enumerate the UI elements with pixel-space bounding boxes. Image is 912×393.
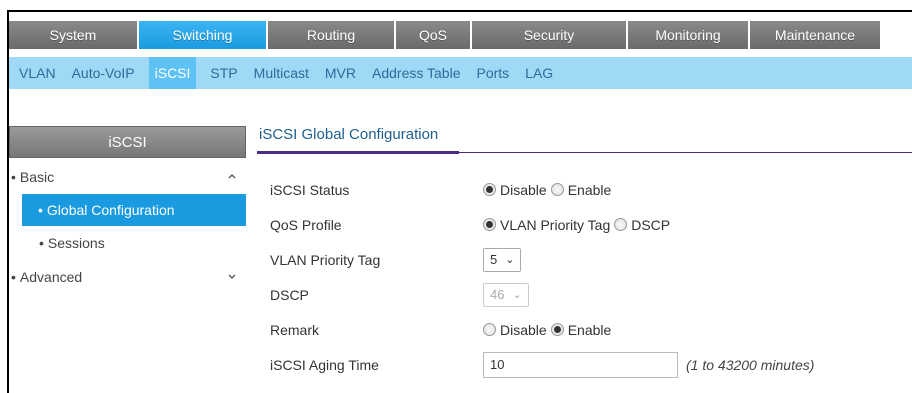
radio-label: Disable	[500, 181, 547, 198]
section-divider	[459, 152, 912, 153]
bullet-icon: •	[11, 269, 16, 285]
row-qos-profile: QoS Profile VLAN Priority Tag DSCP	[270, 207, 910, 242]
radio-label: DSCP	[631, 216, 671, 233]
bullet-icon: •	[38, 202, 43, 218]
config-form: iSCSI Status Disable Enable QoS Profile …	[270, 172, 910, 382]
row-iscsi-status: iSCSI Status Disable Enable	[270, 172, 910, 207]
subnav-lag[interactable]: LAG	[523, 57, 555, 89]
chevron-down-icon[interactable]	[226, 270, 238, 282]
tab-maintenance[interactable]: Maintenance	[750, 21, 880, 49]
iscsi-status-disable-radio[interactable]	[483, 183, 496, 196]
tab-routing[interactable]: Routing	[268, 21, 394, 49]
tab-label: Monitoring	[655, 27, 721, 43]
tab-security[interactable]: Security	[472, 21, 626, 49]
remark-disable-radio[interactable]	[483, 323, 496, 336]
vlan-priority-tag-select[interactable]: 5 ⌄	[483, 247, 522, 272]
row-vlan-priority-tag: VLAN Priority Tag 5 ⌄	[270, 242, 910, 277]
sidebar: iSCSI • Basic • Global Configuration • S…	[9, 126, 246, 294]
chevron-down-icon: ⌄	[505, 254, 515, 266]
field-label: iSCSI Aging Time	[270, 356, 379, 373]
qos-dscp-radio[interactable]	[614, 218, 628, 231]
tab-label: Routing	[306, 27, 356, 43]
remark-enable-radio[interactable]	[550, 323, 564, 336]
aging-time-hint: (1 to 43200 minutes)	[686, 356, 815, 373]
tab-label: QoS	[418, 27, 447, 43]
field-label: Remark	[270, 321, 320, 338]
field-label: VLAN Priority Tag	[270, 251, 381, 268]
sidebar-item-advanced[interactable]: • Advanced	[9, 260, 246, 294]
sidebar-item-label: Advanced	[19, 269, 83, 285]
iscsi-status-enable-radio[interactable]	[550, 183, 564, 196]
row-dscp: DSCP 46 ⌄	[270, 277, 910, 312]
main-content: iSCSI Global Configuration iSCSI Status …	[257, 126, 912, 378]
row-aging-time: iSCSI Aging Time (1 to 43200 minutes)	[270, 347, 910, 382]
row-remark: Remark Disable Enable	[270, 312, 910, 347]
section-title: iSCSI Global Configuration	[257, 126, 459, 154]
select-value: 46	[490, 287, 505, 302]
subnav-auto-voip[interactable]: Auto-VoIP	[70, 57, 137, 89]
subnav-vlan[interactable]: VLAN	[17, 57, 58, 89]
tab-system[interactable]: System	[9, 21, 137, 49]
sidebar-item-label: Sessions	[47, 235, 105, 251]
field-label: QoS Profile	[270, 216, 342, 233]
subnav-iscsi[interactable]: iSCSI	[148, 57, 197, 89]
field-label: DSCP	[270, 286, 309, 303]
tab-switching[interactable]: Switching	[139, 21, 266, 49]
tab-label: Security	[523, 27, 575, 43]
subnav-ports[interactable]: Ports	[474, 57, 511, 89]
sidebar-item-basic[interactable]: • Basic	[9, 160, 246, 194]
chevron-down-icon: ⌄	[512, 289, 522, 301]
sidebar-item-sessions[interactable]: • Sessions	[9, 226, 246, 260]
dscp-select: 46 ⌄	[483, 282, 529, 307]
radio-label: Enable	[567, 321, 612, 338]
bullet-icon: •	[39, 235, 44, 251]
subnav-multicast[interactable]: Multicast	[252, 57, 311, 89]
field-label: iSCSI Status	[270, 181, 350, 198]
qos-vlan-priority-radio[interactable]	[483, 218, 496, 231]
remark-radios: Disable Enable	[483, 322, 615, 338]
subnav-mvr[interactable]: MVR	[323, 57, 358, 89]
chevron-up-icon[interactable]	[226, 170, 238, 182]
window-frame-top	[7, 10, 912, 12]
tab-label: System	[49, 27, 97, 43]
subnav-address-table[interactable]: Address Table	[370, 57, 462, 89]
select-value: 5	[490, 252, 498, 267]
sidebar-item-global-configuration[interactable]: • Global Configuration	[22, 194, 246, 226]
radio-label: Disable	[500, 321, 547, 338]
tab-label: Maintenance	[774, 27, 856, 43]
radio-label: Enable	[567, 181, 612, 198]
bullet-icon: •	[11, 169, 16, 185]
iscsi-status-radios: Disable Enable	[483, 182, 615, 198]
sidebar-item-label: Global Configuration	[46, 202, 175, 218]
tab-qos[interactable]: QoS	[396, 21, 470, 49]
aging-time-input[interactable]	[483, 351, 678, 378]
radio-label: VLAN Priority Tag	[500, 216, 611, 233]
main-nav: System Switching Routing QoS Security Mo…	[9, 21, 912, 49]
subnav-stp[interactable]: STP	[208, 57, 239, 89]
sidebar-title: iSCSI	[9, 126, 246, 158]
tab-monitoring[interactable]: Monitoring	[628, 21, 748, 49]
qos-profile-radios: VLAN Priority Tag DSCP	[483, 217, 674, 233]
sidebar-item-label: Basic	[19, 169, 55, 185]
tab-label: Switching	[172, 27, 233, 43]
sub-nav: VLAN Auto-VoIP iSCSI STP Multicast MVR A…	[9, 57, 912, 89]
